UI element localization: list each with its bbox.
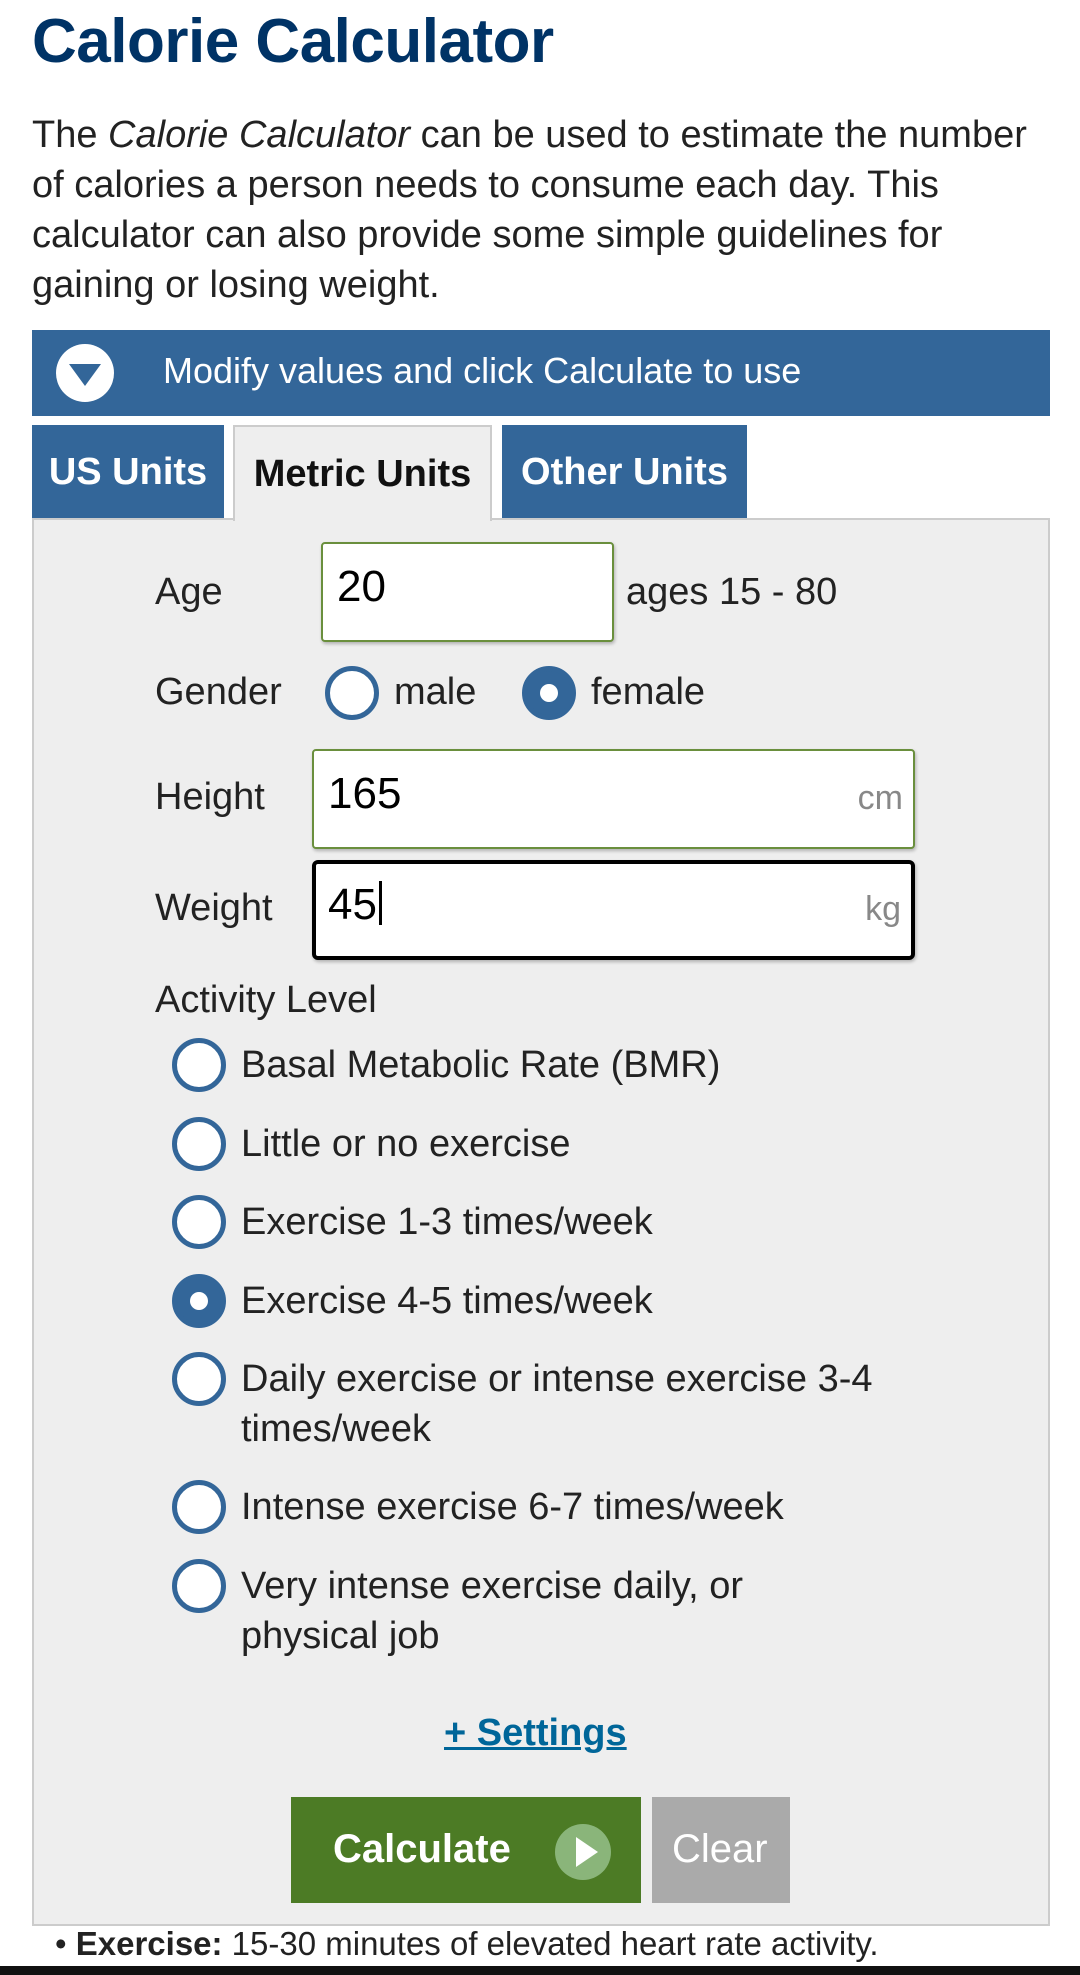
banner-text: Modify values and click Calculate to use — [163, 350, 802, 391]
activity-option-little[interactable]: Little or no exercise — [241, 1119, 921, 1169]
activity-radio-bmr[interactable] — [172, 1038, 226, 1092]
activity-option-very-intense[interactable]: Very intense exercise daily, or physical… — [241, 1561, 841, 1661]
system-bottom-bar — [0, 1966, 1080, 1975]
page-title: Calorie Calculator — [32, 7, 554, 76]
chevron-down-circle-icon[interactable] — [56, 344, 114, 402]
weight-value-wrapper: 45 — [328, 880, 382, 930]
play-arrow-icon — [555, 1824, 611, 1880]
settings-link[interactable]: + Settings — [444, 1712, 627, 1755]
activity-radio-very-intense[interactable] — [172, 1559, 226, 1613]
gender-female-radio[interactable] — [522, 666, 576, 720]
activity-radio-1-3[interactable] — [172, 1195, 226, 1249]
intro-calculator-name: Calorie Calculator — [108, 114, 411, 156]
weight-unit: kg — [865, 890, 901, 928]
activity-option-1-3[interactable]: Exercise 1-3 times/week — [241, 1197, 921, 1247]
height-label: Height — [155, 776, 265, 818]
clear-label: Clear — [672, 1827, 768, 1871]
text-cursor — [378, 881, 382, 925]
intro-prefix: The — [32, 114, 109, 156]
activity-option-intense[interactable]: Intense exercise 6-7 times/week — [241, 1482, 921, 1532]
weight-value: 45 — [328, 880, 377, 929]
gender-male-label[interactable]: male — [394, 671, 476, 714]
activity-radio-intense[interactable] — [172, 1480, 226, 1534]
gender-female-label[interactable]: female — [591, 671, 705, 714]
intro-paragraph: The Calorie Calculator can be used to es… — [32, 110, 1042, 310]
activity-option-bmr[interactable]: Basal Metabolic Rate (BMR) — [241, 1040, 921, 1090]
activity-radio-little[interactable] — [172, 1117, 226, 1171]
height-unit: cm — [857, 779, 903, 817]
calculate-label: Calculate — [333, 1827, 511, 1871]
activity-radio-4-5[interactable] — [172, 1274, 226, 1328]
gender-label: Gender — [155, 671, 282, 713]
age-value: 20 — [337, 562, 386, 611]
height-input[interactable]: 165 cm — [312, 749, 915, 849]
activity-option-daily[interactable]: Daily exercise or intense exercise 3-4 t… — [241, 1354, 971, 1454]
tab-other-units[interactable]: Other Units — [502, 425, 747, 519]
tab-us-units[interactable]: US Units — [32, 425, 224, 519]
footnote-text: 15-30 minutes of elevated heart rate act… — [222, 1925, 879, 1962]
activity-option-4-5[interactable]: Exercise 4-5 times/week — [241, 1276, 921, 1326]
clear-button[interactable]: Clear — [652, 1797, 790, 1903]
weight-label: Weight — [155, 887, 273, 929]
tab-metric-units[interactable]: Metric Units — [233, 425, 492, 521]
footnote-term: Exercise: — [75, 1925, 223, 1962]
exercise-footnote: • Exercise: 15-30 minutes of elevated he… — [55, 1925, 879, 1962]
calculate-button[interactable]: Calculate — [291, 1797, 641, 1903]
weight-input[interactable]: 45 kg — [312, 860, 915, 960]
gender-male-radio[interactable] — [325, 666, 379, 720]
modify-values-banner[interactable]: Modify values and click Calculate to use — [32, 330, 1050, 416]
activity-radio-daily[interactable] — [172, 1352, 226, 1406]
age-input[interactable]: 20 — [321, 542, 614, 642]
height-value: 165 — [328, 769, 402, 818]
age-label: Age — [155, 571, 223, 613]
activity-level-label: Activity Level — [155, 979, 377, 1021]
age-range-hint: ages 15 - 80 — [626, 571, 838, 613]
